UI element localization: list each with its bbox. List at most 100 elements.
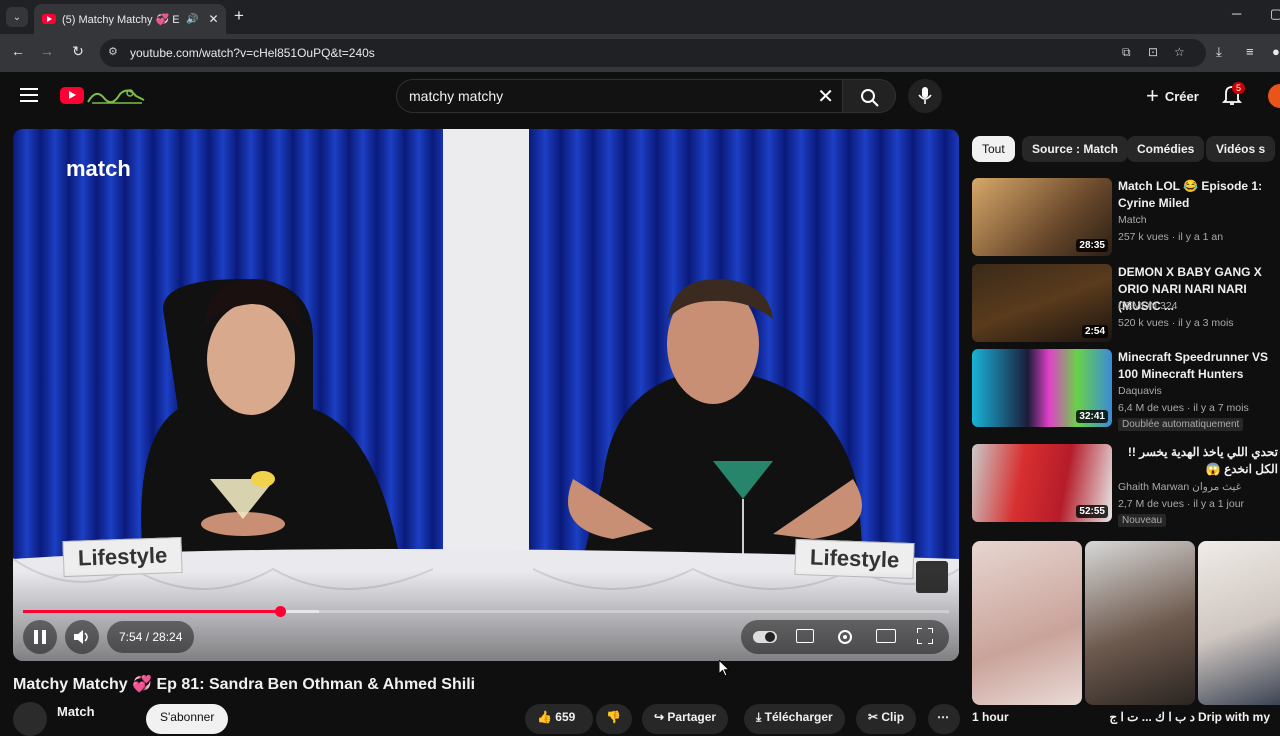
recommendation-title[interactable]: Minecraft Speedrunner VS 100 Minecraft H…	[1118, 349, 1280, 383]
recommendation-meta: 6,4 M de vues · il y a 7 mois	[1118, 402, 1249, 414]
recommendation-thumbnail[interactable]: 28:35	[972, 178, 1112, 256]
doodle-logo-icon[interactable]	[86, 84, 146, 106]
forward-icon[interactable]: →	[37, 43, 57, 59]
browser-tab[interactable]: (5) Matchy Matchy 💞 Ep 81 🔊 ✕	[34, 4, 226, 34]
subtitles-icon[interactable]	[796, 629, 814, 643]
downloads-icon[interactable]: ⤓	[1216, 44, 1222, 60]
reading-list-icon[interactable]: ≡	[1246, 44, 1254, 59]
recommendation-channel[interactable]: Daquavis	[1118, 385, 1162, 397]
browser-tab-strip: ⌄ (5) Matchy Matchy 💞 Ep 81 🔊 ✕ + ─ ▢	[0, 0, 1280, 34]
short-label[interactable]: د ب ا ك ... ت ا ج	[1085, 710, 1195, 724]
install-app-icon[interactable]: ⊡	[1148, 45, 1158, 59]
minimize-icon[interactable]: ─	[1232, 6, 1241, 21]
back-icon[interactable]: ←	[8, 43, 28, 59]
search-input[interactable]	[409, 86, 789, 106]
tab-title: (5) Matchy Matchy 💞 Ep 81	[62, 13, 180, 26]
short-label[interactable]: Drip with my	[1198, 710, 1270, 724]
volume-button[interactable]	[65, 620, 99, 654]
tab-search-dropdown-icon[interactable]: ⌄	[6, 7, 28, 27]
video-duration: 28:35	[1076, 239, 1108, 252]
menu-icon[interactable]	[20, 88, 38, 102]
recommendation-thumbnail[interactable]: 52:55	[972, 444, 1112, 522]
share-button[interactable]: ↪ Partager	[642, 704, 729, 734]
video-duration: 52:55	[1076, 505, 1108, 518]
recommendation-channel[interactable]: Match	[1118, 214, 1147, 226]
share-icon: ↪	[654, 710, 668, 724]
recommendation-item[interactable]: 28:35 Match LOL 😂 Episode 1: Cyrine Mile…	[972, 178, 1280, 260]
like-icon: 👍	[537, 710, 556, 724]
settings-icon[interactable]	[836, 628, 854, 646]
recommendation-title[interactable]: تحدي اللي ياخذ الهدية يخسر !! الكل انخدع…	[1118, 444, 1278, 478]
recommendation-title[interactable]: Match LOL 😂 Episode 1: Cyrine Miled	[1118, 178, 1280, 212]
search-icon	[861, 89, 879, 107]
recommendation-thumbnail[interactable]: 2:54	[972, 264, 1112, 342]
create-button[interactable]: + Créer	[1136, 79, 1209, 113]
fullscreen-icon[interactable]	[917, 628, 933, 644]
chip-videos[interactable]: Vidéos s	[1206, 136, 1276, 162]
chip-all[interactable]: Tout	[972, 136, 1015, 162]
short-thumbnail[interactable]	[972, 541, 1082, 705]
chip-comedies[interactable]: Comédies	[1127, 136, 1205, 162]
like-button[interactable]: 👍 659	[525, 704, 593, 734]
tab-audio-icon[interactable]: 🔊	[186, 14, 198, 25]
clip-icon: ✂	[868, 710, 882, 724]
time-display: 7:54 / 28:24	[107, 621, 195, 653]
new-tab-icon[interactable]: +	[234, 6, 244, 26]
omnibox[interactable]: ⚙ youtube.com/watch?v=cHel851OuPQ&t=240s…	[100, 39, 1206, 67]
auto-dubbed-badge: Doublée automatiquement	[1118, 418, 1244, 431]
mic-icon	[918, 87, 932, 104]
video-duration: 2:54	[1081, 325, 1108, 338]
download-label: Télécharger	[764, 710, 833, 724]
pause-icon	[34, 630, 46, 644]
recommendation-item[interactable]: 2:54 DEMON X BABY GANG X ORIO NARI NARI …	[972, 264, 1280, 346]
recommendation-meta: 520 k vues · il y a 3 mois	[1118, 317, 1234, 329]
share-label: Partager	[667, 710, 717, 724]
reload-icon[interactable]: ↻	[68, 43, 88, 60]
download-button[interactable]: ⤓ Télécharger	[744, 704, 845, 734]
voice-search-button[interactable]	[908, 79, 942, 113]
youtube-header: ✕ + Créer 5	[0, 72, 1280, 122]
short-label[interactable]: 1 hour	[972, 710, 1009, 724]
account-avatar[interactable]	[1268, 84, 1280, 108]
download-icon: ⤓	[756, 710, 765, 724]
url-text[interactable]: youtube.com/watch?v=cHel851OuPQ&t=240s	[130, 46, 375, 60]
short-thumbnail[interactable]	[1198, 541, 1280, 705]
channel-name[interactable]: Match	[57, 704, 95, 719]
bookmark-star-icon[interactable]: ☆	[1174, 45, 1185, 59]
recommendation-channel[interactable]: DEMON 324	[1118, 300, 1178, 312]
notifications-button[interactable]: 5	[1221, 82, 1246, 111]
translate-icon[interactable]: ⧉	[1122, 45, 1131, 60]
pause-button[interactable]	[23, 620, 57, 654]
recommendation-meta: 2,7 M de vues · il y a 1 jour	[1118, 498, 1245, 510]
youtube-logo-icon[interactable]	[60, 87, 84, 104]
more-icon: ⋯	[937, 710, 949, 724]
maximize-icon[interactable]: ▢	[1270, 6, 1280, 22]
chip-source-match[interactable]: Source : Match	[1022, 136, 1129, 162]
clear-search-icon[interactable]: ✕	[817, 84, 834, 109]
search-box[interactable]: ✕	[396, 79, 842, 113]
theater-mode-icon[interactable]	[876, 629, 896, 643]
create-label: Créer	[1164, 88, 1199, 104]
recommendation-item[interactable]: 52:55 تحدي اللي ياخذ الهدية يخسر !! الكل…	[972, 444, 1280, 527]
like-count: 659	[555, 710, 576, 724]
clip-button[interactable]: ✂ Clip	[856, 704, 917, 734]
subscribe-button[interactable]: S'abonner	[146, 704, 229, 734]
recommendation-item[interactable]: 32:41 Minecraft Speedrunner VS 100 Minec…	[972, 349, 1280, 431]
site-info-icon[interactable]: ⚙	[108, 45, 118, 58]
video-player[interactable]: match Lifestyle Lifestyle 7:54 / 28:24	[13, 129, 959, 661]
progress-played	[23, 610, 281, 613]
tab-close-icon[interactable]: ✕	[208, 12, 218, 26]
profile-icon[interactable]: ●	[1272, 44, 1280, 59]
more-actions-button[interactable]: ⋯	[928, 704, 960, 734]
notification-count-badge: 5	[1232, 82, 1246, 94]
plus-icon: +	[1146, 83, 1159, 108]
recommendation-thumbnail[interactable]: 32:41	[972, 349, 1112, 427]
autoplay-toggle[interactable]	[753, 631, 777, 643]
video-duration: 32:41	[1076, 410, 1108, 423]
search-button[interactable]	[842, 79, 896, 113]
dislike-button[interactable]: 👎	[596, 704, 632, 734]
recommendation-channel[interactable]: Ghaith Marwan غيث مروان	[1118, 481, 1241, 493]
channel-avatar[interactable]	[13, 702, 47, 736]
progress-bar[interactable]	[23, 606, 949, 617]
short-thumbnail[interactable]	[1085, 541, 1195, 705]
